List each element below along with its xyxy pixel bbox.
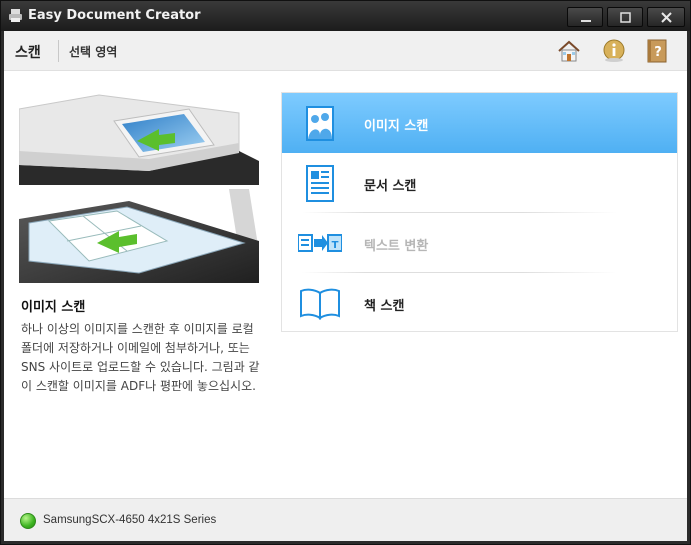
menu-label-text-convert: 텍스트 변환 <box>364 239 429 254</box>
minimize-button[interactable] <box>567 7 603 27</box>
description-title: 이미지 스캔 <box>21 300 86 315</box>
menu-label-image-scan: 이미지 스캔 <box>364 119 429 134</box>
client-area: 스캔 선택 영역 ? 이미지 스캔 하나 이상의 이미지를 스캔한 후 이미지를… <box>4 31 687 541</box>
menu-label-book-scan: 책 스캔 <box>364 299 405 314</box>
home-icon[interactable] <box>557 39 581 63</box>
close-button[interactable] <box>647 7 685 27</box>
status-bar: SamsungSCX-4650 4x21S Series <box>4 498 687 541</box>
window-title: Easy Document Creator <box>28 8 201 23</box>
svg-text:?: ? <box>654 45 662 60</box>
scanner-illustration <box>19 91 259 283</box>
maximize-button[interactable] <box>607 7 643 27</box>
document-scan-icon <box>306 165 334 202</box>
menu-item-image-scan[interactable]: 이미지 스캔 <box>282 93 677 153</box>
title-bar[interactable]: Easy Document Creator <box>1 1 690 31</box>
app-window: Easy Document Creator 스캔 선택 영역 ? 이미지 스캔 … <box>0 0 691 545</box>
device-status-indicator <box>20 513 36 529</box>
text-convert-icon: T <box>298 234 342 252</box>
book-scan-icon <box>300 288 340 320</box>
maximize-icon <box>620 12 631 23</box>
printer-app-icon <box>9 9 22 22</box>
menu-item-document-scan[interactable]: 문서 스캔 <box>282 153 677 213</box>
description-body: 하나 이상의 이미지를 스캔한 후 이미지를 로컬 폴더에 저장하거나 이메일에… <box>21 322 260 393</box>
info-icon[interactable] <box>602 39 626 63</box>
minimize-icon <box>581 20 591 22</box>
help-book-icon[interactable]: ? <box>645 39 669 63</box>
menu-label-document-scan: 문서 스캔 <box>364 179 417 194</box>
toolbar: 스캔 선택 영역 ? <box>4 31 687 71</box>
breadcrumb-divider <box>58 40 59 62</box>
menu-item-book-scan[interactable]: 책 스캔 <box>282 273 677 333</box>
svg-text:T: T <box>332 240 339 251</box>
breadcrumb-selected-area: 선택 영역 <box>69 45 118 59</box>
breadcrumb-scan[interactable]: 스캔 <box>15 42 41 62</box>
image-scan-icon <box>306 106 334 141</box>
close-icon <box>661 12 672 23</box>
menu-item-text-convert[interactable]: T 텍스트 변환 <box>282 213 677 273</box>
device-name[interactable]: SamsungSCX-4650 4x21S Series <box>43 514 216 526</box>
scan-type-menu: 이미지 스캔 문서 스캔 T 텍스트 변환 책 스캔 <box>281 92 678 332</box>
